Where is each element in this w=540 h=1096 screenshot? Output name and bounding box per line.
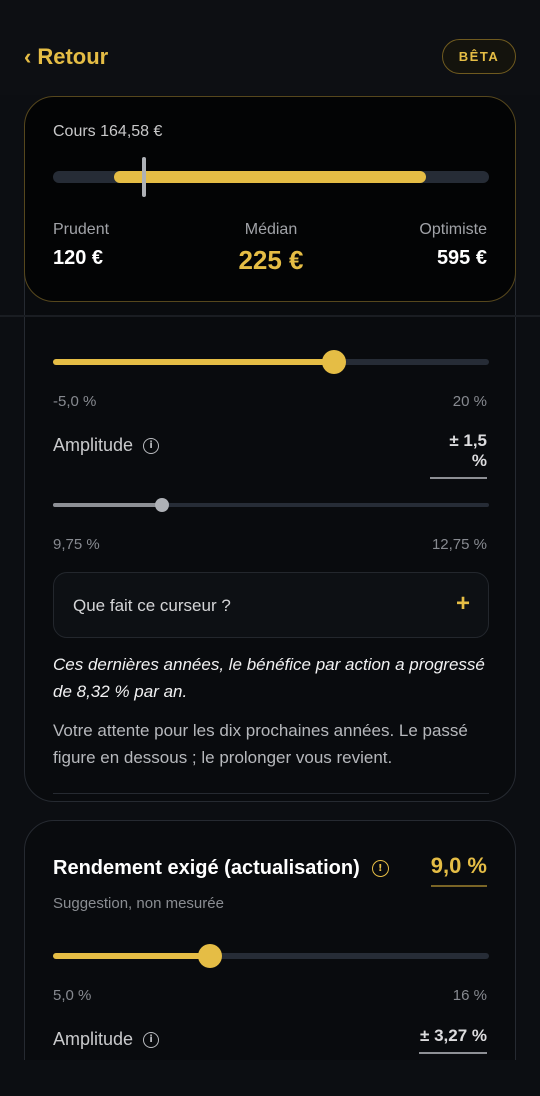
bottom-bar bbox=[0, 1060, 540, 1096]
back-label: Retour bbox=[37, 44, 109, 69]
growth-min-label: -5,0 % bbox=[53, 393, 97, 410]
current-price: Cours 164,58 € bbox=[53, 123, 163, 140]
discount-slider[interactable] bbox=[53, 944, 489, 968]
discount-slider-thumb[interactable] bbox=[197, 944, 222, 968]
growth-amplitude-label: Amplitude bbox=[53, 435, 134, 455]
discount-min-label: 5,0 % bbox=[53, 987, 92, 1004]
growth-amplitude-slider-fill bbox=[53, 503, 162, 507]
discount-title: Rendement exigé (actualisation) bbox=[53, 857, 360, 879]
growth-description: Votre attente pour les dix prochaines an… bbox=[53, 721, 468, 767]
info-icon[interactable]: i bbox=[143, 1031, 160, 1048]
discount-max-label: 16 % bbox=[452, 987, 487, 1004]
header-divider bbox=[0, 315, 540, 317]
plus-icon[interactable]: + bbox=[456, 590, 470, 618]
growth-history-note: Ces dernières années, le bénéfice par ac… bbox=[53, 655, 485, 701]
discount-rate-card: Rendement exigé (actualisation) ! 9,0 % … bbox=[24, 820, 516, 1096]
growth-slider-thumb[interactable] bbox=[322, 350, 347, 374]
discount-value[interactable]: 9,0 % bbox=[430, 853, 487, 887]
growth-amplitude-value[interactable]: ± 1,5 % bbox=[430, 431, 487, 479]
discount-amplitude-value[interactable]: ± 3,27 % bbox=[419, 1026, 487, 1054]
current-price-marker bbox=[142, 157, 147, 197]
growth-amplitude-row: Amplitude i bbox=[53, 435, 160, 456]
help-accordion[interactable]: Que fait ce curseur ? + bbox=[53, 572, 489, 638]
growth-amplitude-min-label: 9,75 % bbox=[53, 536, 100, 553]
price-summary-card: Cours 164,58 € Prudent 120 € Médian 225 … bbox=[24, 96, 516, 302]
growth-slider-fill bbox=[53, 359, 335, 365]
valuation-range-fill bbox=[114, 171, 426, 183]
top-bar: ‹ Retour BÊTA bbox=[0, 0, 540, 95]
beta-badge: BÊTA bbox=[442, 39, 516, 74]
info-icon[interactable]: i bbox=[143, 437, 160, 454]
info-icon[interactable]: ! bbox=[371, 860, 389, 877]
growth-amplitude-slider-thumb[interactable] bbox=[155, 498, 169, 512]
growth-max-label: 20 % bbox=[452, 393, 487, 410]
valuation-range-bar bbox=[53, 157, 489, 197]
growth-amplitude-slider[interactable] bbox=[53, 498, 489, 512]
discount-subtitle: Suggestion, non mesurée bbox=[53, 895, 224, 912]
divider bbox=[53, 793, 489, 794]
growth-amplitude-max-label: 12,75 % bbox=[431, 536, 487, 553]
back-button[interactable]: ‹ Retour bbox=[24, 44, 108, 70]
discount-title-row: Rendement exigé (actualisation) ! bbox=[53, 857, 389, 880]
growth-slider[interactable] bbox=[53, 350, 489, 374]
discount-amplitude-label: Amplitude bbox=[53, 1029, 134, 1049]
discount-slider-fill bbox=[53, 953, 210, 959]
optimiste-label: Optimiste bbox=[419, 221, 487, 238]
discount-amplitude-row: Amplitude i bbox=[53, 1029, 160, 1050]
chevron-left-icon: ‹ bbox=[24, 44, 32, 69]
optimiste-value: 595 € bbox=[436, 247, 487, 269]
optimiste-column: Optimiste 595 € bbox=[419, 221, 487, 270]
growth-card: -5,0 % 20 % Amplitude i ± 1,5 % 9,75 % 1… bbox=[24, 240, 516, 802]
accordion-question: Que fait ce curseur ? bbox=[73, 596, 231, 615]
